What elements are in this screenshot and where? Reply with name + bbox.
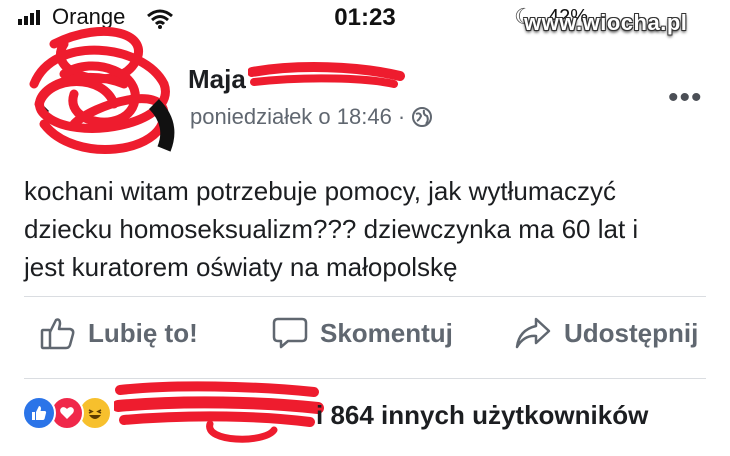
reactor-names-redaction: [114, 381, 324, 443]
thumbs-up-icon: [40, 318, 75, 350]
share-arrow-icon: [515, 317, 551, 349]
like-label: Lubię to!: [88, 317, 198, 348]
share-label: Udostępnij: [564, 317, 699, 348]
reaction-icons[interactable]: [22, 396, 112, 430]
comment-bubble-icon: [272, 317, 308, 349]
more-options-icon[interactable]: •••: [668, 83, 703, 113]
post-line: jest kuratorem oświaty na małopolskę: [24, 252, 458, 282]
post-text: kochani witam potrzebuje pomocy, jak wyt…: [24, 172, 714, 286]
share-button[interactable]: Udostępnij: [514, 316, 698, 350]
post-author-name[interactable]: Maja: [188, 64, 246, 95]
globe-public-icon: [412, 107, 433, 127]
avatar-redaction-scribble: [29, 26, 175, 154]
reactions-summary[interactable]: i 864 innych użytkowników: [316, 400, 648, 431]
comment-button[interactable]: Skomentuj: [272, 316, 453, 350]
like-reaction-icon: [22, 396, 56, 430]
divider: [24, 296, 706, 297]
comment-label: Skomentuj: [320, 317, 453, 348]
post-timestamp[interactable]: poniedziałek o 18:46 ·: [190, 104, 433, 130]
like-button[interactable]: Lubię to!: [40, 316, 198, 350]
author-name-redaction: [248, 62, 405, 88]
post-line: dziecku homoseksualizm??? dziewczynka ma…: [24, 214, 639, 244]
watermark: www.wiocha.pl: [524, 10, 688, 35]
timestamp-text: poniedziałek o 18:46 ·: [190, 104, 406, 129]
divider: [24, 378, 706, 379]
post-line: kochani witam potrzebuje pomocy, jak wyt…: [24, 176, 616, 206]
